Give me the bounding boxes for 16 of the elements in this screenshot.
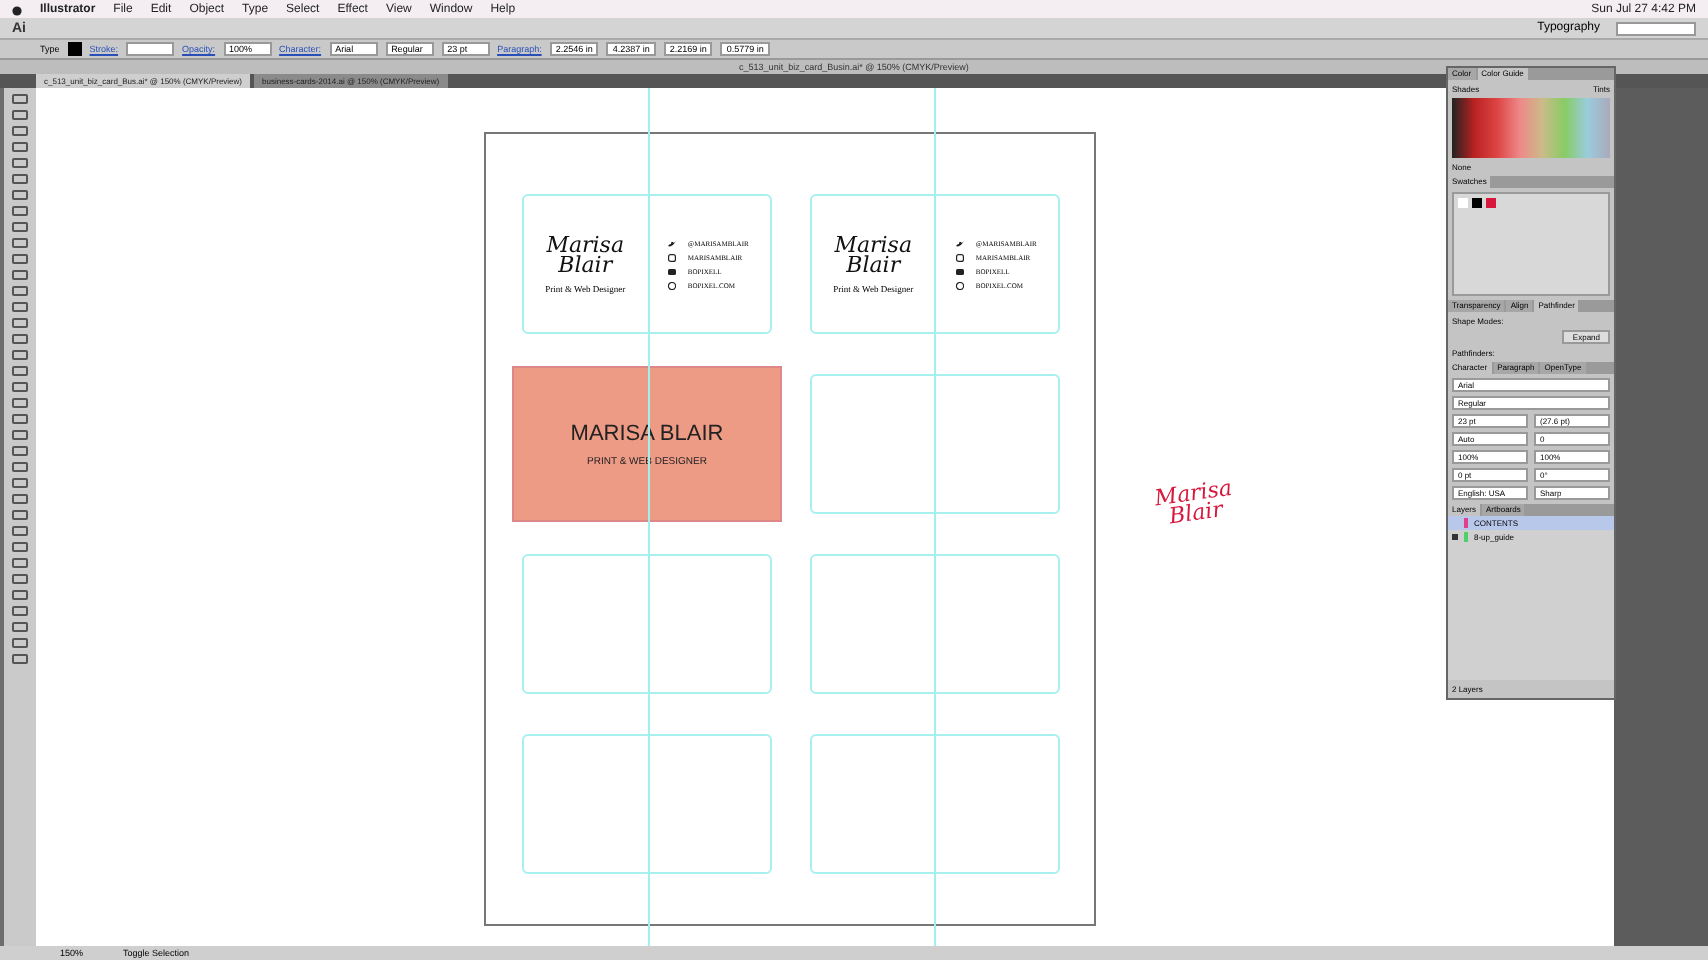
fill-swatch[interactable] <box>67 42 82 56</box>
globe-icon <box>955 281 964 289</box>
swatch[interactable] <box>1486 198 1496 208</box>
globe-icon <box>667 281 676 289</box>
floating-script-text: Marisa Blair <box>1153 478 1236 530</box>
camera-icon <box>667 253 676 261</box>
search-field[interactable] <box>1616 21 1696 35</box>
name-script: Marisa Blair <box>833 235 914 275</box>
control-field[interactable] <box>126 42 175 56</box>
swatch[interactable] <box>1472 198 1482 208</box>
swatch[interactable] <box>1458 198 1468 208</box>
name-script: Marisa Blair <box>545 235 626 275</box>
play-icon <box>667 267 676 275</box>
name-heading: MARISA BLAIR <box>570 421 724 445</box>
play-icon <box>955 267 964 275</box>
camera-icon <box>955 253 964 261</box>
